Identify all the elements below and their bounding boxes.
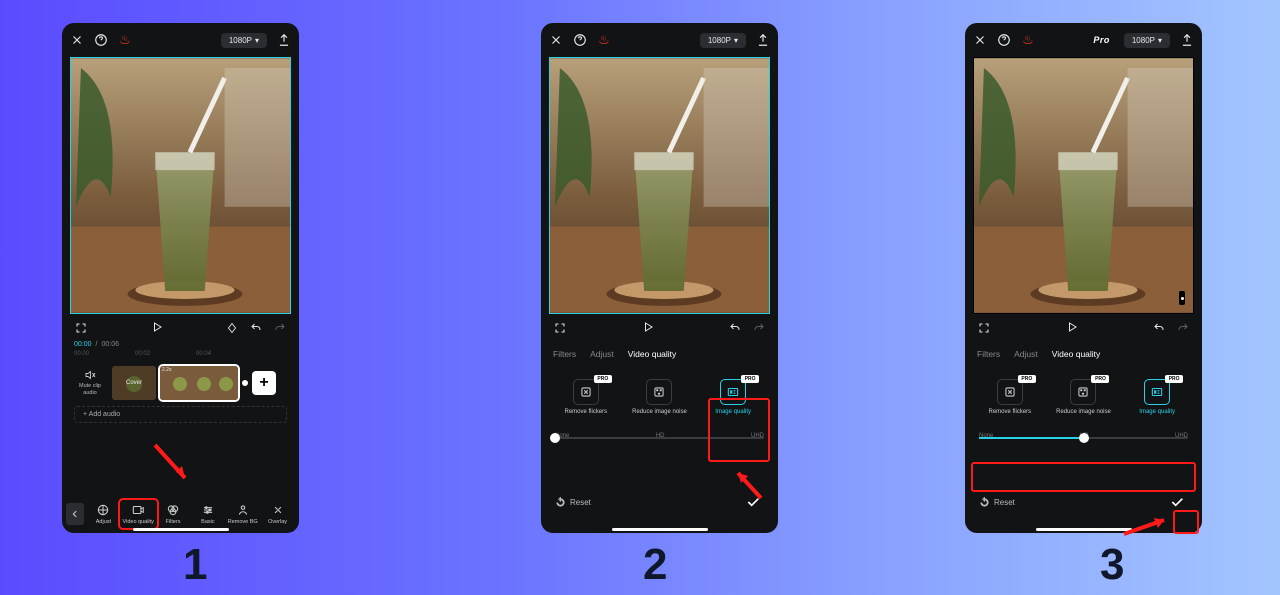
quality-options: PRO Remove flickers PRO Reduce image noi… — [965, 367, 1202, 421]
play-controls — [62, 314, 299, 341]
topbar: ♨ Pro 1080P▾ — [965, 23, 1202, 57]
add-clip-button[interactable]: + — [252, 371, 276, 395]
quality-tabs: Filters Adjust Video quality — [541, 341, 778, 367]
phone-step-3: ♨ Pro 1080P▾ — [965, 23, 1202, 533]
flame-icon[interactable]: ♨ — [118, 33, 132, 47]
play-icon[interactable] — [641, 320, 655, 334]
fullscreen-icon[interactable] — [553, 321, 567, 335]
clip-duration: 2.2s — [162, 367, 171, 373]
video-preview[interactable] — [549, 57, 770, 314]
play-controls — [541, 314, 778, 341]
confirm-icon[interactable] — [742, 491, 764, 513]
clip-gap — [242, 380, 248, 386]
phone-step-2: ♨ 1080P▾ Filters — [541, 23, 778, 533]
home-indicator — [1036, 528, 1132, 531]
close-icon[interactable] — [973, 33, 987, 47]
play-icon[interactable] — [1065, 320, 1079, 334]
option-remove-flickers[interactable]: PRO Remove flickers — [978, 379, 1042, 415]
help-icon[interactable] — [94, 33, 108, 47]
bottom-actions: Reset — [541, 491, 778, 513]
tab-video-quality[interactable]: Video quality — [1052, 349, 1101, 359]
flame-icon[interactable]: ♨ — [1021, 33, 1035, 47]
fullscreen-icon[interactable] — [977, 321, 991, 335]
phone-step-1: ♨ 1080P▾ — [62, 23, 299, 533]
keyframe-icon[interactable] — [225, 321, 239, 335]
close-icon[interactable] — [549, 33, 563, 47]
fullscreen-icon[interactable] — [74, 321, 88, 335]
tutorial-canvas: ♨ 1080P▾ — [0, 0, 1280, 595]
export-icon[interactable] — [1180, 33, 1194, 47]
redo-icon[interactable] — [273, 321, 287, 335]
option-reduce-noise[interactable]: Reduce image noise — [627, 379, 691, 415]
option-image-quality[interactable]: PRO Image quality — [701, 379, 765, 415]
step-number-2: 2 — [643, 540, 667, 590]
ruler: 00:00 00:02 00:04 — [62, 348, 299, 360]
tab-filters[interactable]: Filters — [977, 349, 1000, 359]
resolution-button[interactable]: 1080P▾ — [1124, 33, 1170, 48]
help-icon[interactable] — [997, 33, 1011, 47]
topbar: ♨ 1080P▾ — [62, 23, 299, 57]
step-number-3: 3 — [1100, 540, 1124, 590]
video-preview[interactable] — [70, 57, 291, 314]
resolution-button[interactable]: 1080P▾ — [700, 33, 746, 48]
tab-adjust[interactable]: Adjust — [590, 349, 614, 359]
pro-badge: Pro — [1093, 35, 1110, 45]
quality-slider[interactable]: None HD UHD — [979, 433, 1188, 461]
play-icon[interactable] — [150, 320, 164, 334]
video-preview[interactable] — [973, 57, 1194, 314]
tab-adjust[interactable]: Adjust — [1014, 349, 1038, 359]
preview-placeholder — [71, 58, 290, 313]
help-icon[interactable] — [573, 33, 587, 47]
tool-adjust[interactable]: Adjust — [86, 501, 121, 527]
play-controls — [965, 314, 1202, 341]
undo-icon[interactable] — [728, 321, 742, 335]
timeline[interactable]: Mute clip audio Cover 2.2s + — [62, 360, 299, 406]
clip-main[interactable]: 2.2s — [160, 366, 238, 400]
export-icon[interactable] — [277, 33, 291, 47]
redo-icon[interactable] — [1176, 321, 1190, 335]
tool-basic[interactable]: Basic — [190, 501, 225, 527]
tab-video-quality[interactable]: Video quality — [628, 349, 677, 359]
bottom-actions: Reset — [965, 491, 1202, 513]
undo-icon[interactable] — [249, 321, 263, 335]
flame-icon[interactable]: ♨ — [597, 33, 611, 47]
reset-button[interactable]: Reset — [555, 497, 591, 508]
total-time: 00:06 — [101, 341, 119, 348]
toolbar-back[interactable] — [66, 503, 84, 525]
tool-filters[interactable]: Filters — [156, 501, 191, 527]
confirm-icon[interactable] — [1166, 491, 1188, 513]
tab-filters[interactable]: Filters — [553, 349, 576, 359]
quality-tabs: Filters Adjust Video quality — [965, 341, 1202, 367]
quality-options: PRO Remove flickers Reduce image noise P… — [541, 367, 778, 421]
option-remove-flickers[interactable]: PRO Remove flickers — [554, 379, 618, 415]
resolution-label: 1080P — [229, 36, 252, 45]
quality-slider[interactable]: None HD UHD — [555, 433, 764, 461]
reset-button[interactable]: Reset — [979, 497, 1015, 508]
tool-remove-bg[interactable]: Remove BG — [225, 501, 260, 527]
tool-video-quality[interactable]: Video quality — [121, 501, 156, 527]
current-time: 00:00 — [74, 341, 92, 348]
add-audio-track[interactable]: + Add audio — [74, 406, 287, 423]
compare-toggle[interactable] — [1179, 291, 1185, 305]
export-icon[interactable] — [756, 33, 770, 47]
bottom-toolbar: Adjust Video quality Filters Basic Remov… — [62, 501, 299, 527]
tool-overlay[interactable]: Overlay — [260, 501, 295, 527]
topbar: ♨ 1080P▾ — [541, 23, 778, 57]
home-indicator — [133, 528, 229, 531]
home-indicator — [612, 528, 708, 531]
undo-icon[interactable] — [1152, 321, 1166, 335]
redo-icon[interactable] — [752, 321, 766, 335]
option-reduce-noise[interactable]: PRO Reduce image noise — [1051, 379, 1115, 415]
mute-clip-audio[interactable]: Mute clip audio — [72, 369, 108, 396]
resolution-button[interactable]: 1080P▾ — [221, 33, 267, 48]
timecodes: 00:00 / 00:06 — [62, 341, 299, 348]
step-number-1: 1 — [183, 540, 207, 590]
option-image-quality[interactable]: PRO Image quality — [1125, 379, 1189, 415]
clip-cover[interactable]: Cover — [112, 366, 156, 400]
close-icon[interactable] — [70, 33, 84, 47]
